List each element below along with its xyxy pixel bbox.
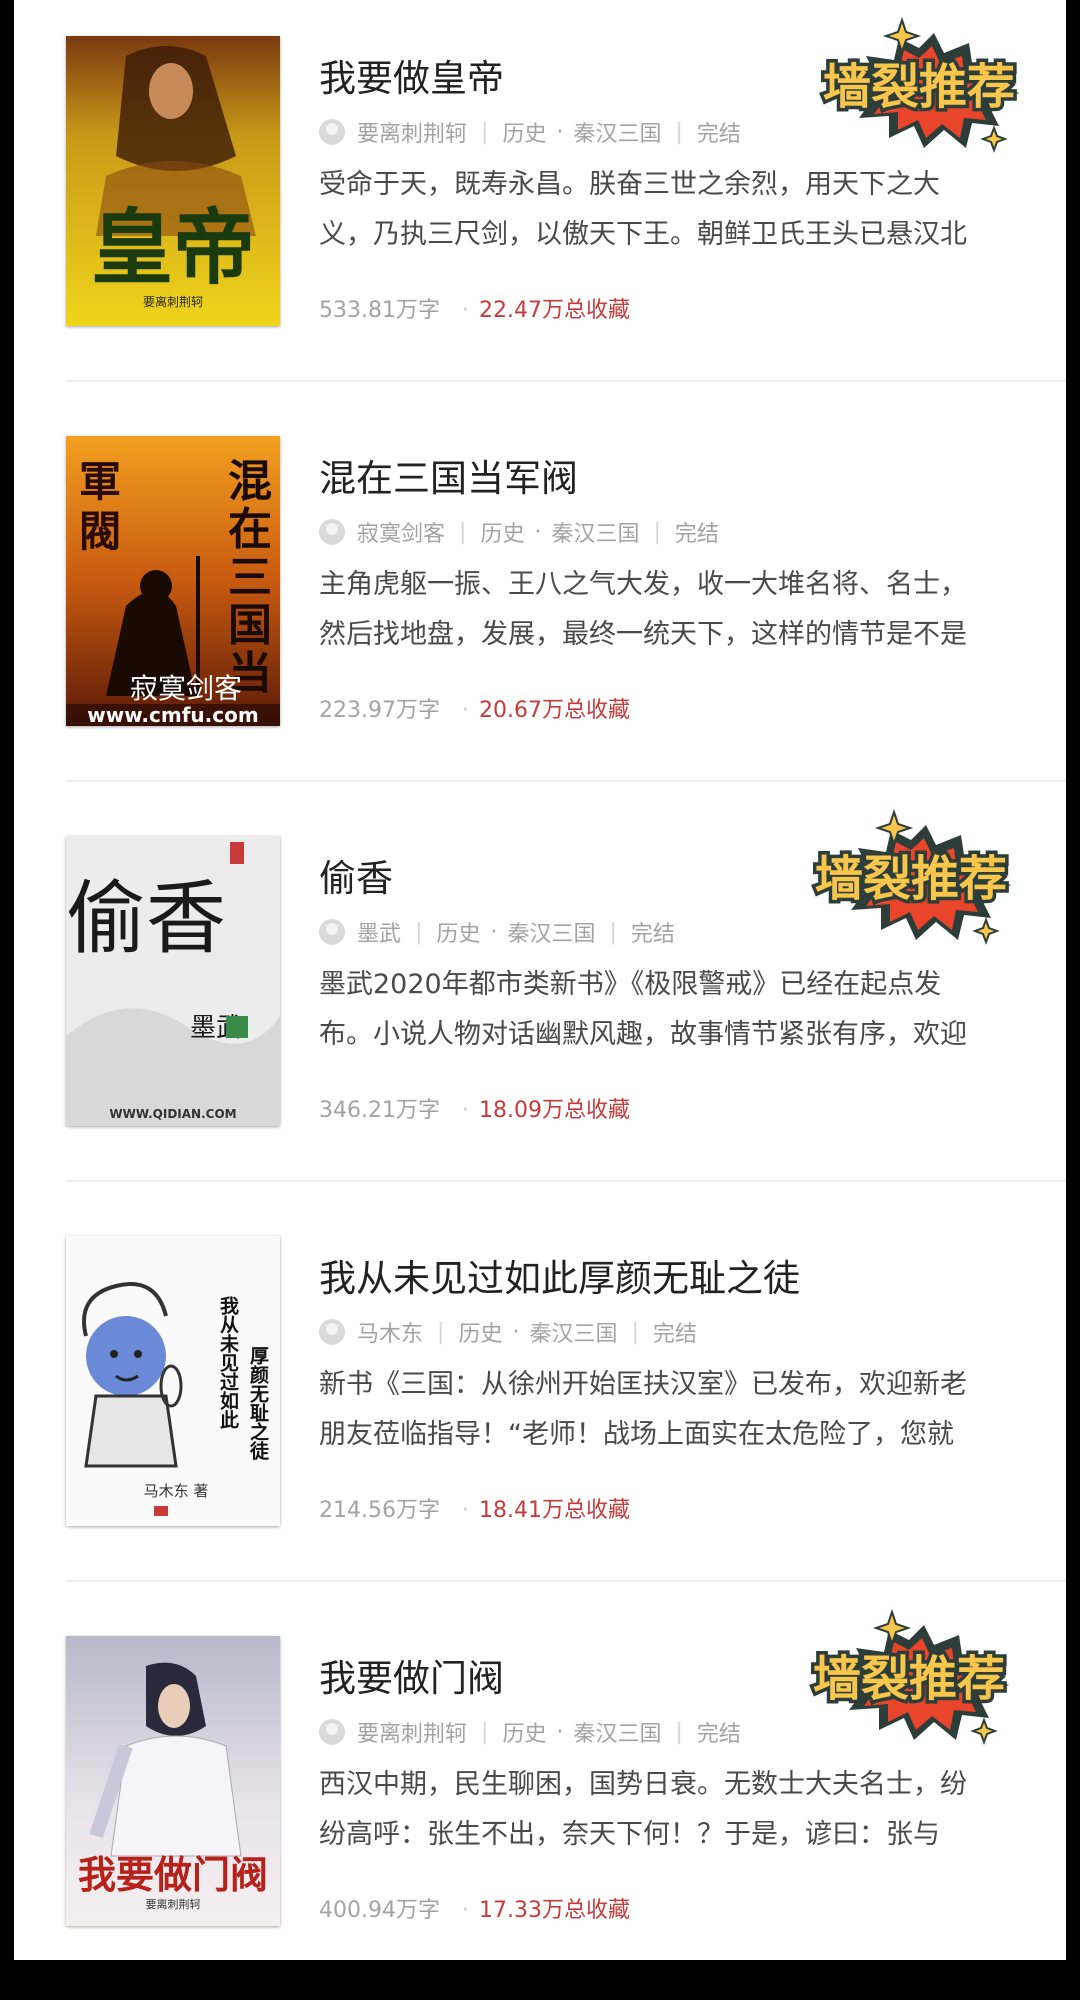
subcategory[interactable]: 秦汉三国: [529, 1316, 617, 1348]
author-avatar-icon: [319, 1319, 345, 1345]
author-name[interactable]: 寂寞剑客: [357, 516, 445, 548]
author-avatar-icon: [319, 519, 345, 545]
cover-image: 偷香 墨武 WWW.QIDIAN.COM: [66, 836, 280, 1126]
favorites-count: 18.41万总收藏: [478, 1498, 630, 1523]
author-name[interactable]: 要离刺荆轲: [357, 116, 467, 148]
word-count: 400.94万字: [319, 1898, 440, 1923]
book-stats: 400.94万字 · 17.33万总收藏: [319, 1898, 630, 1923]
cover-author: 要离刺荆轲: [143, 294, 203, 309]
cover-title: 皇帝: [91, 200, 255, 296]
status: 完结: [630, 922, 675, 947]
word-count: 223.97万字: [319, 698, 440, 723]
word-count: 533.81万字: [319, 298, 440, 323]
svg-text:厚颜无耻之徒: 厚颜无耻之徒: [247, 1346, 270, 1461]
book-meta: 要离刺荆轲 | 历史 · 秦汉三国 | 完结: [319, 116, 741, 148]
book-meta: 墨武 | 历史 · 秦汉三国 | 完结: [319, 916, 675, 948]
recommend-badge: 墙裂推荐: [794, 8, 1044, 158]
subcategory[interactable]: 秦汉三国: [551, 516, 639, 548]
svg-text:軍: 軍: [79, 457, 121, 506]
status: 完结: [674, 522, 719, 547]
book-description: 西汉中期，民生聊困，国势日衰。无数士大夫名士，纷 纷高呼：张生不出，奈天下何！？…: [319, 1769, 967, 1850]
svg-text:墙裂推荐: 墙裂推荐: [813, 1651, 1005, 1707]
word-count: 214.56万字: [319, 1498, 440, 1523]
favorites-count: 22.47万总收藏: [478, 298, 630, 323]
svg-text:墙裂推荐: 墙裂推荐: [815, 851, 1007, 907]
book-meta: 要离刺荆轲 | 历史 · 秦汉三国 | 完结: [319, 1716, 741, 1748]
recommend-badge: 墙裂推荐: [786, 800, 1036, 950]
divider: [66, 380, 1066, 382]
subcategory[interactable]: 秦汉三国: [507, 916, 595, 948]
subcategory[interactable]: 秦汉三国: [573, 116, 661, 148]
divider: [66, 1180, 1066, 1182]
book-item[interactable]: 我从未见过如此 厚颜无耻之徒 马木东 著 我从未见过如此厚颜无耻之徒 马木东 |…: [14, 1200, 1066, 1600]
status: 完结: [696, 122, 741, 147]
book-cover[interactable]: 偷香 墨武 WWW.QIDIAN.COM: [66, 836, 280, 1126]
status: 完结: [652, 1322, 697, 1347]
book-item[interactable]: 我要做门阀 要离刺荆轲 我要做门阀 要离刺荆轲 | 历史 · 秦汉三国 | 完结…: [14, 1600, 1066, 2000]
author-avatar-icon: [319, 1719, 345, 1745]
svg-text:混: 混: [228, 456, 272, 507]
svg-text:我从未见过如此: 我从未见过如此: [217, 1296, 240, 1429]
svg-text:三: 三: [228, 552, 272, 603]
book-description: 主角虎躯一振、王八之气大发，收一大堆名将、名士， 然后找地盘，发展，最终一统天下…: [319, 569, 967, 650]
book-title[interactable]: 我从未见过如此厚颜无耻之徒: [319, 1248, 800, 1302]
book-list: 皇帝 要离刺荆轲 我要做皇帝 要离刺荆轲 | 历史 · 秦汉三国 | 完结 受命…: [14, 0, 1066, 1960]
book-description: 新书《三国：从徐州开始匡扶汉室》已发布，欢迎新老 朋友莅临指导！“老师！战场上面…: [319, 1369, 967, 1450]
book-cover[interactable]: 軍 閥 混 在 三 国 当 寂寞剑客 www.cmfu.com: [66, 436, 280, 726]
book-title[interactable]: 我要做门阀: [319, 1648, 504, 1702]
category[interactable]: 历史: [458, 1316, 502, 1348]
book-stats: 533.81万字 · 22.47万总收藏: [319, 298, 630, 323]
favorites-count: 18.09万总收藏: [478, 1098, 630, 1123]
status: 完结: [696, 1722, 741, 1747]
book-stats: 346.21万字 · 18.09万总收藏: [319, 1098, 630, 1123]
svg-text:寂寞剑客: 寂寞剑客: [130, 672, 242, 705]
cover-image: 軍 閥 混 在 三 国 当 寂寞剑客 www.cmfu.com: [66, 436, 280, 726]
book-description: 墨武2020年都市类新书》《极限警戒》已经在起点发 布。小说人物对话幽默风趣，故…: [319, 969, 967, 1050]
author-name[interactable]: 墨武: [357, 916, 401, 948]
book-item[interactable]: 皇帝 要离刺荆轲 我要做皇帝 要离刺荆轲 | 历史 · 秦汉三国 | 完结 受命…: [14, 0, 1066, 400]
svg-text:马木东 著: 马木东 著: [144, 1482, 209, 1500]
book-cover[interactable]: 皇帝 要离刺荆轲: [66, 36, 280, 326]
author-name[interactable]: 马木东: [357, 1316, 423, 1348]
svg-text:墙裂推荐: 墙裂推荐: [823, 59, 1015, 115]
book-meta: 马木东 | 历史 · 秦汉三国 | 完结: [319, 1316, 697, 1348]
cover-image: 皇帝 要离刺荆轲: [66, 36, 280, 326]
book-stats: 223.97万字 · 20.67万总收藏: [319, 698, 630, 723]
divider: [66, 780, 1066, 782]
book-stats: 214.56万字 · 18.41万总收藏: [319, 1498, 630, 1523]
book-meta: 寂寞剑客 | 历史 · 秦汉三国 | 完结: [319, 516, 719, 548]
book-title[interactable]: 混在三国当军阀: [319, 448, 578, 502]
category[interactable]: 历史: [436, 916, 480, 948]
book-cover[interactable]: 我从未见过如此 厚颜无耻之徒 马木东 著: [66, 1236, 280, 1526]
word-count: 346.21万字: [319, 1098, 440, 1123]
cover-image: 我要做门阀 要离刺荆轲: [66, 1636, 280, 1926]
book-title[interactable]: 偷香: [319, 848, 393, 902]
favorites-count: 17.33万总收藏: [478, 1898, 630, 1923]
book-item[interactable]: 軍 閥 混 在 三 国 当 寂寞剑客 www.cmfu.com 混在三国当军阀 …: [14, 400, 1066, 800]
author-avatar-icon: [319, 119, 345, 145]
recommend-badge: 墙裂推荐: [784, 1600, 1034, 1750]
book-item[interactable]: 偷香 墨武 WWW.QIDIAN.COM 偷香 墨武 | 历史 · 秦汉三国 |…: [14, 800, 1066, 1200]
favorites-count: 20.67万总收藏: [478, 698, 630, 723]
svg-text:www.cmfu.com: www.cmfu.com: [87, 703, 258, 726]
svg-text:閥: 閥: [79, 507, 121, 556]
category[interactable]: 历史: [480, 516, 524, 548]
book-title[interactable]: 我要做皇帝: [319, 48, 504, 102]
category[interactable]: 历史: [502, 1716, 546, 1748]
author-avatar-icon: [319, 919, 345, 945]
book-cover[interactable]: 我要做门阀 要离刺荆轲: [66, 1636, 280, 1926]
author-name[interactable]: 要离刺荆轲: [357, 1716, 467, 1748]
category[interactable]: 历史: [502, 116, 546, 148]
svg-text:偷香: 偷香: [66, 872, 226, 965]
svg-text:要离刺荆轲: 要离刺荆轲: [146, 1897, 201, 1911]
svg-text:在: 在: [228, 504, 272, 555]
cover-image: 我从未见过如此 厚颜无耻之徒 马木东 著: [66, 1236, 280, 1526]
svg-text:国: 国: [228, 600, 272, 651]
divider: [66, 1580, 1066, 1582]
subcategory[interactable]: 秦汉三国: [573, 1716, 661, 1748]
book-description: 受命于天，既寿永昌。朕奋三世之余烈，用天下之大 义，乃执三尺剑，以傲天下王。朝鲜…: [319, 169, 967, 250]
svg-text:我要做门阀: 我要做门阀: [78, 1852, 268, 1897]
svg-text:WWW.QIDIAN.COM: WWW.QIDIAN.COM: [109, 1107, 236, 1121]
